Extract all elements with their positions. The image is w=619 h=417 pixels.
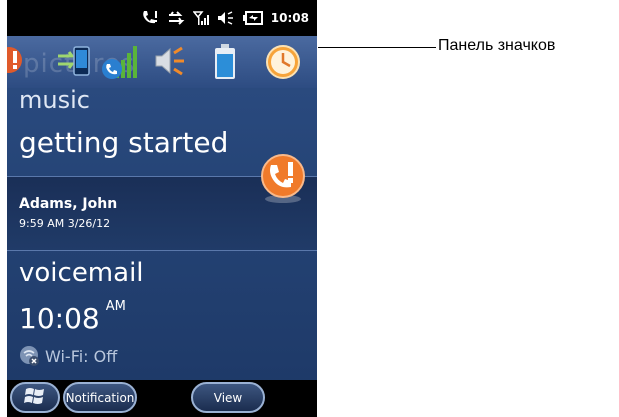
connectivity-icon[interactable]: [55, 44, 93, 82]
wifi-status[interactable]: Wi-Fi: Off: [45, 347, 117, 366]
home-clock-ampm: AM: [105, 298, 126, 314]
music-tile[interactable]: music: [19, 86, 90, 114]
softkey-bar: Notification View: [7, 380, 317, 417]
view-softkey-button[interactable]: View: [191, 382, 265, 413]
device-screen: 10:08 pictures: [7, 0, 317, 417]
notification-name[interactable]: Adams, John: [19, 196, 117, 212]
signal-strength-icon: [192, 10, 209, 26]
start-button[interactable]: [10, 382, 60, 413]
speaker-icon: [217, 10, 235, 26]
data-sync-icon: [167, 10, 185, 26]
battery-charging-icon: [242, 11, 263, 25]
notification-time: 9:59 AM 3/26/12: [19, 217, 111, 230]
voicemail-tile[interactable]: voicemail: [19, 258, 144, 288]
getting-started-tile[interactable]: getting started: [19, 126, 228, 159]
volume-icon[interactable]: [153, 44, 187, 82]
callout-line: [318, 47, 436, 48]
wifi-off-icon: [19, 345, 41, 371]
notification-softkey-button[interactable]: Notification: [63, 382, 137, 413]
home-clock: 10:08 AM: [19, 298, 126, 335]
windows-logo-icon: [24, 385, 46, 410]
status-icons: 10:08: [141, 9, 309, 27]
status-bar[interactable]: 10:08: [7, 0, 317, 36]
phone-signal-icon[interactable]: [101, 44, 139, 84]
missed-call-icon[interactable]: [7, 42, 25, 82]
home-clock-time: 10:08: [19, 302, 100, 335]
clock-icon[interactable]: [265, 44, 301, 84]
missed-call-icon: [141, 10, 159, 26]
battery-icon[interactable]: [213, 44, 237, 84]
callout-label: Панель значков: [438, 37, 556, 54]
status-clock: 10:08: [270, 11, 309, 25]
missed-call-badge-icon[interactable]: [259, 152, 307, 208]
